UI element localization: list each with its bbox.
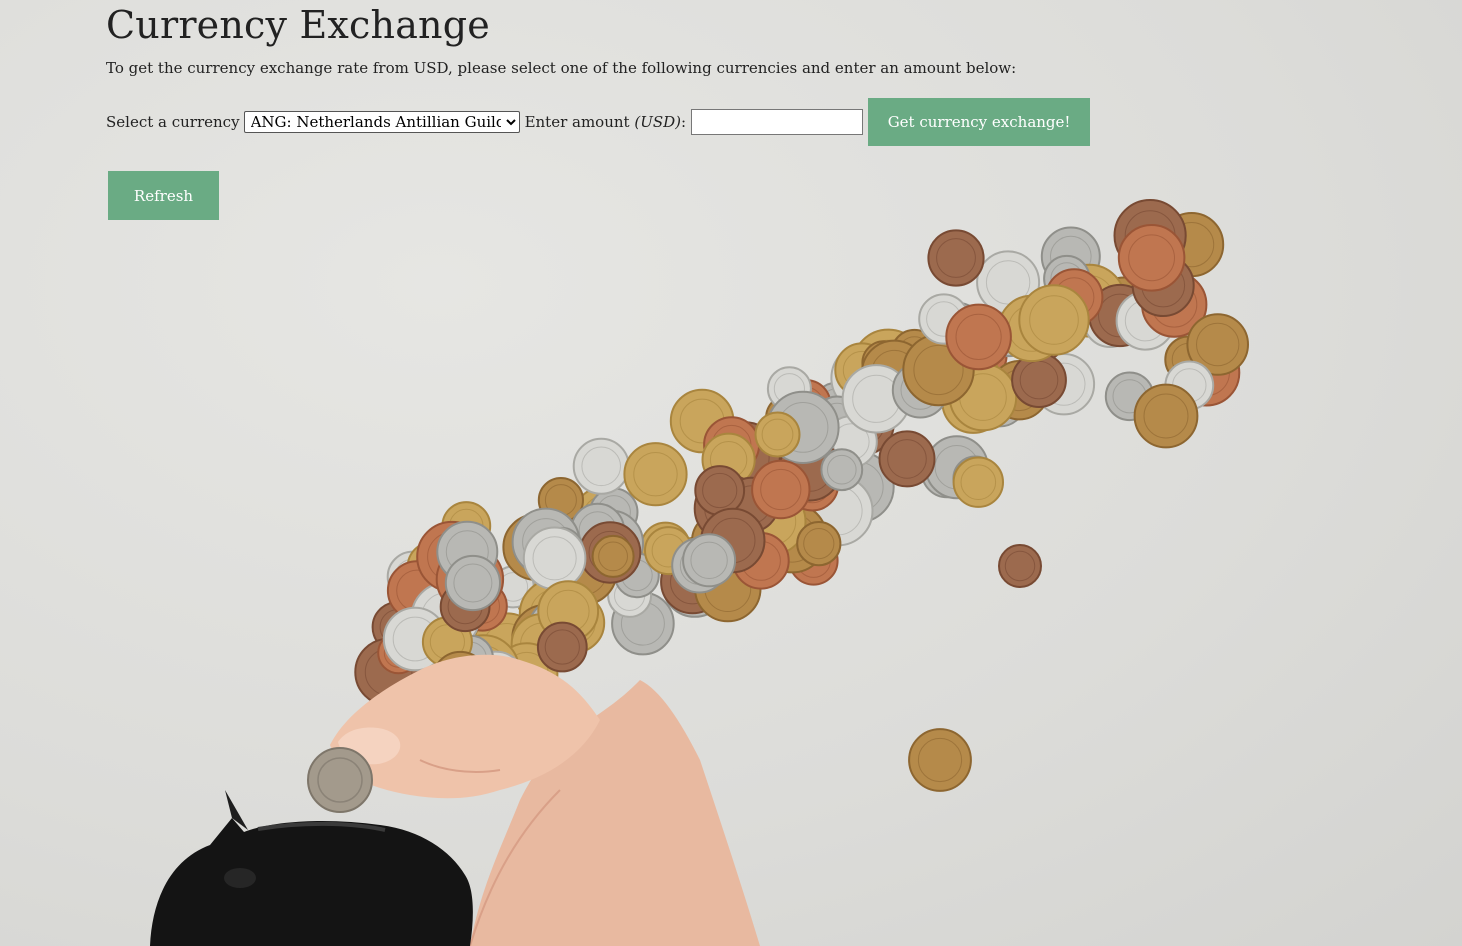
exchange-form: Select a currency ANG: Netherlands Antil… bbox=[106, 98, 1091, 146]
amount-input[interactable] bbox=[691, 109, 864, 135]
amount-label: Enter amount (USD): bbox=[525, 113, 687, 131]
held-coin-image bbox=[307, 747, 373, 813]
page-title: Currency Exchange bbox=[106, 3, 490, 47]
piggy-bank-image bbox=[150, 790, 473, 946]
amount-label-prefix: Enter amount bbox=[524, 113, 635, 131]
currency-label: Select a currency bbox=[106, 113, 240, 131]
intro-text: To get the currency exchange rate from U… bbox=[106, 59, 1017, 77]
currency-select[interactable]: ANG: Netherlands Antillian Guilder bbox=[243, 111, 520, 133]
amount-label-suffix: : bbox=[681, 113, 687, 131]
refresh-button[interactable]: Refresh bbox=[108, 171, 219, 220]
main-content: Currency Exchange To get the currency ex… bbox=[106, 0, 1091, 220]
amount-label-unit: (USD) bbox=[634, 113, 681, 131]
get-exchange-button[interactable]: Get currency exchange! bbox=[868, 98, 1091, 146]
